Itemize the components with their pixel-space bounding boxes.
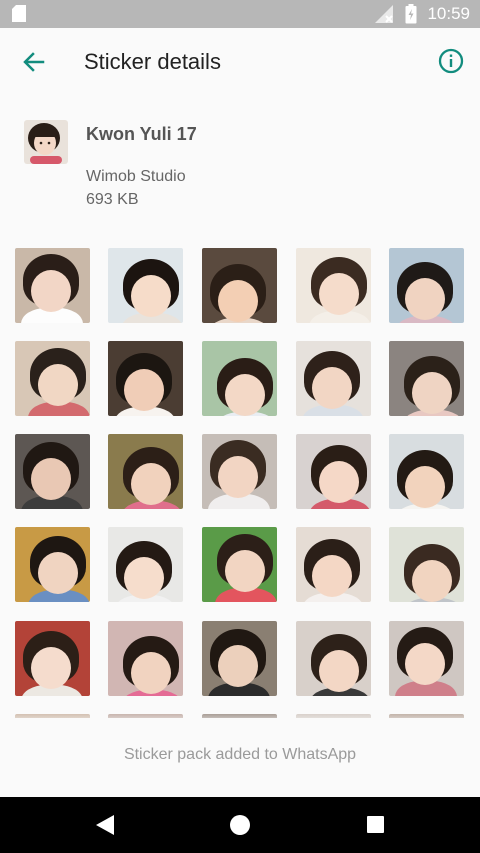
navigation-bar <box>0 797 480 853</box>
pack-tray-icon <box>24 120 68 164</box>
nav-home-icon[interactable] <box>230 815 250 835</box>
app-bar: Sticker details <box>0 28 480 94</box>
sticker-item[interactable] <box>389 341 464 416</box>
sd-card-icon <box>12 5 26 22</box>
sticker-item[interactable] <box>296 621 371 696</box>
sticker-item[interactable] <box>15 621 90 696</box>
page-title: Sticker details <box>84 49 221 74</box>
sticker-item[interactable] <box>296 434 371 509</box>
sticker-item[interactable] <box>202 527 277 602</box>
sticker-item[interactable] <box>296 248 371 323</box>
pack-added-message: Sticker pack added to WhatsApp <box>123 746 357 763</box>
info-icon[interactable] <box>438 48 464 74</box>
sticker-face <box>31 270 71 312</box>
sticker-item[interactable] <box>15 434 90 509</box>
sticker-item[interactable] <box>296 527 371 602</box>
nav-back-icon[interactable] <box>95 814 115 836</box>
pack-name: Kwon Yuli 17 <box>86 124 197 144</box>
sticker-face <box>225 374 265 416</box>
sticker-item[interactable] <box>389 434 464 509</box>
sticker-face <box>218 280 258 322</box>
pack-size: 693 KB <box>86 191 139 208</box>
sticker-face <box>405 278 445 320</box>
sticker-face <box>405 466 445 508</box>
status-bar: 10:59 <box>0 0 480 28</box>
nav-recents-icon[interactable] <box>367 816 384 833</box>
sticker-item[interactable] <box>15 527 90 602</box>
sticker-face <box>131 275 171 317</box>
status-icons: 10:59 <box>375 0 470 28</box>
sticker-face <box>218 645 258 687</box>
sticker-face <box>38 364 78 406</box>
sticker-item[interactable] <box>202 621 277 696</box>
sticker-face <box>38 552 78 594</box>
status-time: 10:59 <box>427 4 470 23</box>
sticker-face <box>319 650 359 692</box>
sticker-face <box>319 461 359 503</box>
sticker-face <box>412 560 452 602</box>
sticker-item[interactable] <box>296 341 371 416</box>
sticker-face <box>31 647 71 689</box>
sticker-face <box>31 458 71 500</box>
sticker-face <box>124 557 164 599</box>
sticker-face <box>218 456 258 498</box>
sticker-face <box>405 643 445 685</box>
sticker-item[interactable] <box>202 341 277 416</box>
sticker-face <box>131 463 171 505</box>
battery-icon <box>405 4 417 24</box>
sticker-face <box>225 550 265 592</box>
sticker-item[interactable] <box>202 248 277 323</box>
sticker-item[interactable] <box>15 341 90 416</box>
sticker-face <box>319 273 359 315</box>
sticker-grid <box>0 248 480 718</box>
sticker-item[interactable] <box>389 248 464 323</box>
signal-icon <box>375 5 394 23</box>
grid-fade <box>0 712 480 726</box>
sticker-item[interactable] <box>202 434 277 509</box>
sticker-face <box>124 369 164 411</box>
sticker-item[interactable] <box>108 434 183 509</box>
sticker-item[interactable] <box>108 248 183 323</box>
pack-publisher: Wimob Studio <box>86 168 186 185</box>
sticker-face <box>131 652 171 694</box>
sticker-face <box>312 367 352 409</box>
arrow-left-icon[interactable] <box>20 48 48 76</box>
sticker-item[interactable] <box>108 527 183 602</box>
sticker-item[interactable] <box>108 341 183 416</box>
sticker-item[interactable] <box>389 621 464 696</box>
sticker-item[interactable] <box>108 621 183 696</box>
sticker-item[interactable] <box>389 527 464 602</box>
sticker-item[interactable] <box>15 248 90 323</box>
sticker-face <box>412 372 452 414</box>
sticker-face <box>312 555 352 597</box>
